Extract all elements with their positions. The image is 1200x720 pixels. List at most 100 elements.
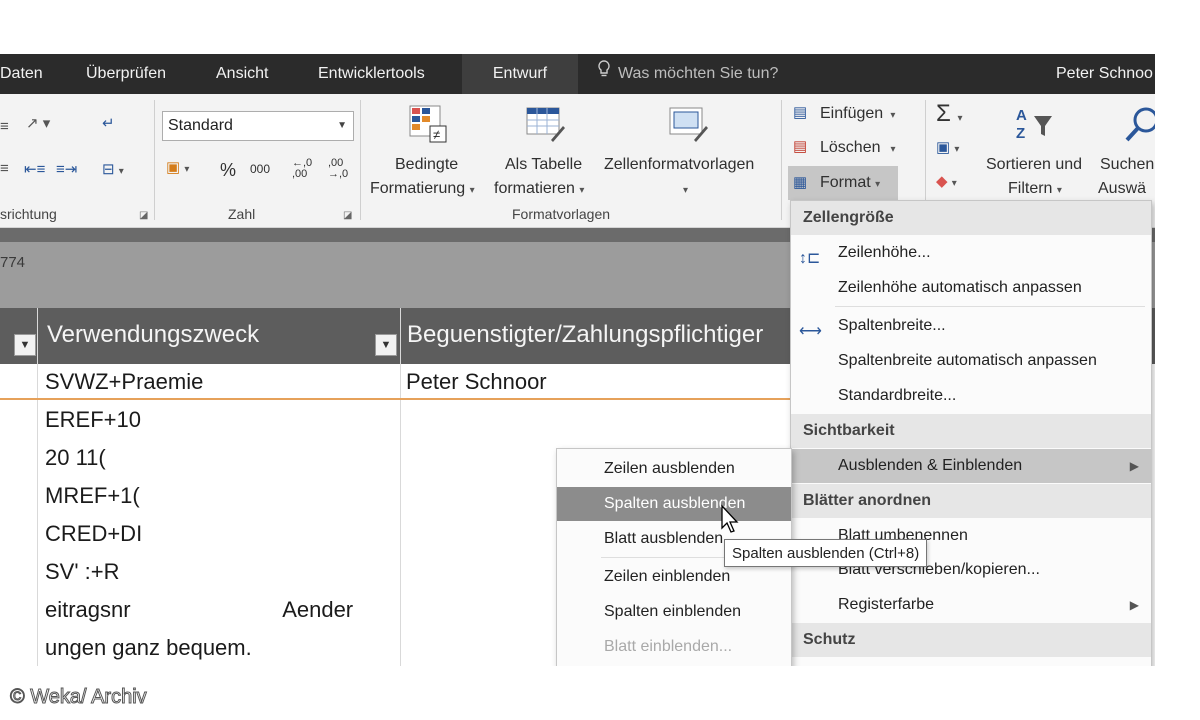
alignment-launcher-icon[interactable]: ◪ bbox=[139, 210, 148, 221]
fill-icon[interactable]: ▣ ▾ bbox=[936, 138, 959, 156]
copyright-notice: © Weka/ Archiv bbox=[10, 686, 148, 709]
chevron-right-icon: ▶ bbox=[1129, 459, 1139, 473]
thousands-button[interactable]: 000 bbox=[250, 162, 270, 176]
menu-item-protect-sheet[interactable]: ▦ bbox=[791, 657, 1151, 666]
menu-item-tab-color[interactable]: Registerfarbe ▶ bbox=[791, 588, 1151, 622]
menu-item-autofit-column[interactable]: Spaltenbreite automatisch anpassen bbox=[791, 344, 1151, 378]
menu-item-hide-unhide[interactable]: Ausblenden & Einblenden ▶ bbox=[791, 449, 1151, 483]
filter-dropdown-button[interactable]: ▼ bbox=[14, 334, 36, 356]
table-cell[interactable]: EREF+10 bbox=[45, 407, 141, 433]
chevron-down-icon: ▾ bbox=[683, 185, 689, 196]
format-dropdown-menu: Zellengröße ↕⊏ Zeilenhöhe... Zeilenhöhe … bbox=[790, 200, 1152, 666]
group-divider bbox=[781, 100, 782, 220]
svg-text:A: A bbox=[1016, 107, 1027, 124]
cell-styles-label: Zellenformatvorlagen bbox=[604, 156, 755, 173]
align-right-icon[interactable]: ≡ bbox=[0, 160, 9, 177]
svg-text:Z: Z bbox=[1016, 125, 1025, 142]
table-cell[interactable]: MREF+1( bbox=[45, 483, 140, 509]
table-cell[interactable]: eitragsnr Aender bbox=[45, 597, 353, 623]
find-select-label-1[interactable]: Suchen bbox=[1100, 156, 1154, 174]
find-select-label-2[interactable]: Auswä bbox=[1098, 180, 1146, 198]
menu-item-column-width[interactable]: ⟷ Spaltenbreite... bbox=[791, 309, 1151, 343]
conditional-formatting-icon: ≠ bbox=[409, 105, 447, 143]
sort-filter-icon: A Z bbox=[1016, 107, 1052, 142]
menu-section-visibility: Sichtbarkeit bbox=[791, 414, 1151, 448]
cell-reference: 774 bbox=[0, 254, 26, 271]
protect-sheet-icon: ▦ bbox=[799, 663, 814, 666]
currency-icon[interactable]: ▣ ▾ bbox=[166, 158, 189, 176]
magnifier-icon bbox=[1125, 107, 1155, 142]
format-as-table-label-2: formatieren ▾ bbox=[494, 180, 585, 197]
wrap-text-icon[interactable]: ↵ bbox=[102, 114, 115, 132]
tooltip: Spalten ausblenden (Ctrl+8) bbox=[724, 539, 928, 567]
menu-item-default-width[interactable]: Standardbreite... bbox=[791, 379, 1151, 413]
conditional-formatting-label-2: Formatierung ▾ bbox=[370, 180, 475, 197]
increase-decimal-button[interactable]: ←,0 ,00 bbox=[292, 158, 318, 180]
column-header-purpose[interactable]: Verwendungszweck bbox=[47, 321, 259, 349]
excel-window: Daten Überprüfen Ansicht Entwicklertools… bbox=[0, 54, 1155, 666]
menu-item-row-height[interactable]: ↕⊏ Zeilenhöhe... bbox=[791, 236, 1151, 270]
format-as-table-label-1: Als Tabelle bbox=[505, 156, 583, 173]
number-launcher-icon[interactable]: ◪ bbox=[343, 210, 352, 221]
cell-styles-icon bbox=[669, 107, 708, 142]
table-cell[interactable]: SV' :+R bbox=[45, 559, 120, 585]
tell-me-box[interactable]: Was möchten Sie tun? bbox=[598, 54, 778, 94]
decrease-decimal-button[interactable]: ,00 →,0 bbox=[328, 158, 354, 180]
tab-review[interactable]: Überprüfen bbox=[86, 54, 166, 94]
number-format-select[interactable]: Standard ▼ bbox=[162, 111, 354, 141]
alignment-group-label: srichtung bbox=[0, 206, 57, 222]
column-divider bbox=[37, 308, 38, 666]
align-icon[interactable]: ≡ bbox=[0, 118, 9, 135]
tab-design[interactable]: Entwurf bbox=[462, 54, 578, 94]
chevron-down-icon: ▼ bbox=[337, 120, 347, 131]
format-button[interactable]: ▦ Format ▾ bbox=[788, 166, 898, 200]
table-cell[interactable]: ungen ganz bequem. bbox=[45, 635, 252, 661]
increase-indent-icon[interactable]: ≡⇥ bbox=[56, 160, 77, 178]
table-cell[interactable]: SVWZ+Praemie bbox=[45, 369, 203, 395]
submenu-item-hide-rows[interactable]: Zeilen ausblenden bbox=[557, 452, 791, 486]
menu-section-organize: Blätter anordnen bbox=[791, 484, 1151, 518]
svg-text:≠: ≠ bbox=[433, 127, 440, 142]
orientation-icon[interactable]: ↗ ▾ bbox=[26, 114, 50, 132]
insert-cells-button[interactable]: Einfügen ▾ bbox=[820, 105, 895, 123]
user-name[interactable]: Peter Schnoo bbox=[1056, 54, 1153, 94]
insert-cells-icon: ▤ bbox=[793, 104, 808, 121]
table-cell[interactable]: 20 11( bbox=[45, 445, 106, 471]
tell-me-placeholder: Was möchten Sie tun? bbox=[618, 65, 779, 82]
styles-group-label: Formatvorlagen bbox=[512, 206, 611, 222]
menu-divider bbox=[835, 306, 1145, 307]
filter-dropdown-button[interactable]: ▼ bbox=[375, 334, 397, 356]
submenu-item-hide-columns[interactable]: Spalten ausblenden bbox=[557, 487, 791, 521]
format-as-table-icon bbox=[526, 107, 565, 142]
format-cells-icon: ▦ bbox=[793, 174, 808, 191]
format-button-label: Format ▾ bbox=[820, 174, 881, 191]
sort-filter-label-1[interactable]: Sortieren und bbox=[986, 156, 1082, 174]
table-cell[interactable]: CRED+DI bbox=[45, 521, 142, 547]
number-group-label: Zahl bbox=[228, 206, 256, 222]
sort-filter-label-2[interactable]: Filtern ▾ bbox=[1008, 180, 1062, 198]
table-cell[interactable]: Peter Schnoor bbox=[406, 369, 547, 395]
ribbon-tab-bar: Daten Überprüfen Ansicht Entwicklertools… bbox=[0, 54, 1155, 94]
conditional-formatting-label-1: Bedingte bbox=[395, 156, 459, 173]
menu-section-cell-size: Zellengröße bbox=[791, 201, 1151, 235]
menu-item-autofit-row[interactable]: Zeilenhöhe automatisch anpassen bbox=[791, 271, 1151, 305]
merge-center-icon[interactable]: ⊟ ▾ bbox=[102, 160, 124, 178]
autosum-button[interactable]: Σ ▾ bbox=[936, 100, 963, 128]
decrease-indent-icon[interactable]: ⇤≡ bbox=[24, 160, 45, 178]
clear-icon[interactable]: ◆ ▾ bbox=[936, 172, 957, 190]
lightbulb-icon bbox=[598, 54, 610, 94]
tab-developer[interactable]: Entwicklertools bbox=[318, 54, 425, 94]
row-border bbox=[0, 398, 795, 400]
percent-button[interactable]: % bbox=[220, 160, 236, 181]
tab-data[interactable]: Daten bbox=[0, 54, 43, 94]
delete-cells-icon: ▤ bbox=[793, 138, 808, 155]
mouse-cursor-icon bbox=[721, 504, 739, 533]
tab-view[interactable]: Ansicht bbox=[216, 54, 268, 94]
chevron-right-icon: ▶ bbox=[1129, 598, 1139, 612]
submenu-item-unhide-columns[interactable]: Spalten einblenden bbox=[557, 595, 791, 629]
group-divider bbox=[154, 100, 155, 220]
menu-section-protection: Schutz bbox=[791, 623, 1151, 657]
column-header-payee[interactable]: Beguenstigter/Zahlungspflichtiger bbox=[407, 321, 763, 349]
group-divider bbox=[360, 100, 361, 220]
delete-cells-button[interactable]: Löschen ▾ bbox=[820, 139, 896, 157]
